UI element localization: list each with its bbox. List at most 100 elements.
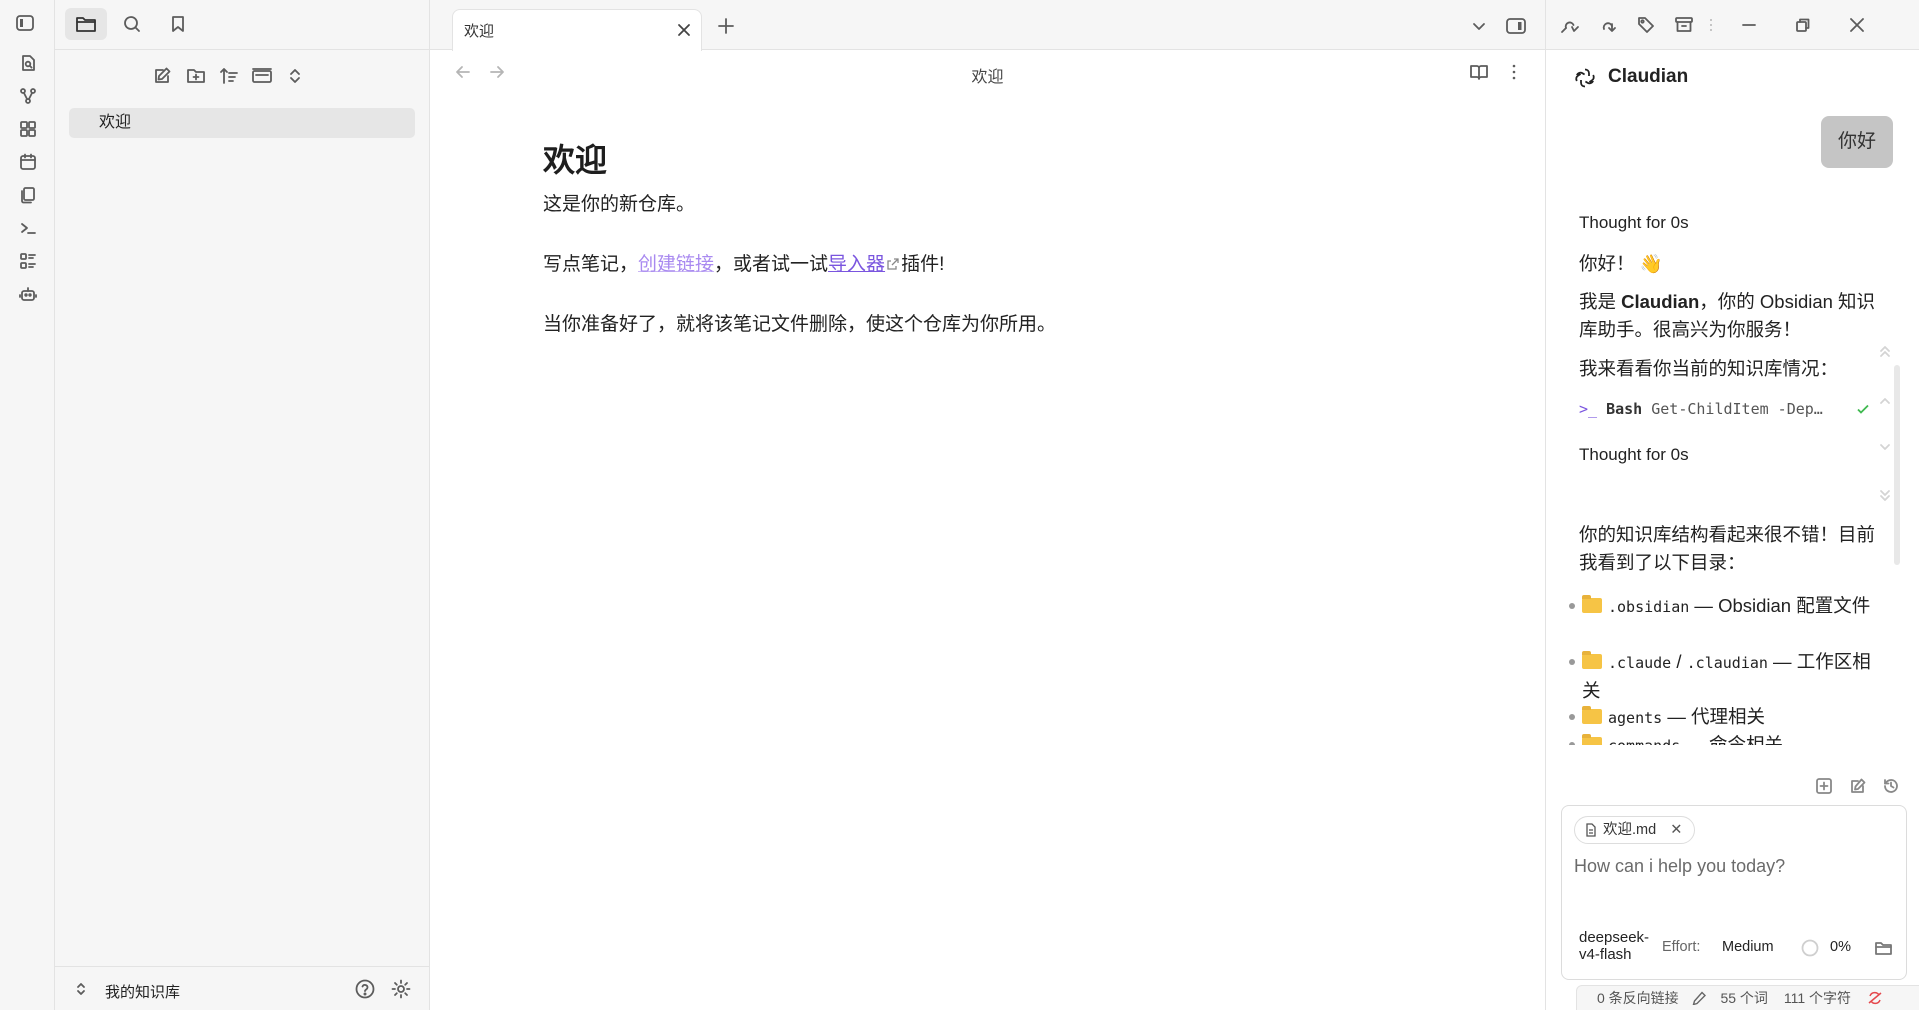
thought-indicator[interactable]: Thought for 0s <box>1579 209 1689 237</box>
list-item: .obsidian — Obsidian 配置文件 <box>1569 592 1872 621</box>
scroll-top-icon[interactable] <box>1874 340 1896 362</box>
sync-error-icon[interactable] <box>1867 991 1883 1005</box>
external-link-icon <box>887 258 899 270</box>
reading-view-icon[interactable] <box>1465 58 1493 86</box>
view-header-title[interactable]: 欢迎 <box>430 63 1545 87</box>
sort-icon[interactable] <box>213 60 245 92</box>
publish-icon[interactable] <box>1592 9 1624 41</box>
assistant-text: 我来看看你当前的知识库情况： <box>1579 358 1839 379</box>
status-bar: 0 条反向链接 55 个词 111 个字符 <box>1576 985 1919 1010</box>
command-palette-icon[interactable] <box>13 246 43 276</box>
model-selector[interactable]: deepseek-v4-flash <box>1579 929 1659 963</box>
terminal-prompt-icon: >_ <box>1579 400 1598 418</box>
settings-gear-icon[interactable] <box>387 975 415 1003</box>
tags-icon[interactable] <box>1630 9 1662 41</box>
text: ，或者试一试 <box>714 254 829 275</box>
new-note-icon[interactable] <box>147 60 179 92</box>
graph-icon[interactable] <box>13 81 43 111</box>
scroll-up-icon[interactable] <box>1874 390 1896 412</box>
right-panel-header <box>1546 0 1919 50</box>
claude-logo-icon <box>1573 66 1597 90</box>
remove-chip-icon[interactable]: ✕ <box>1670 822 1682 838</box>
bookmark-icon[interactable] <box>157 8 199 40</box>
effort-selector[interactable]: Medium <box>1722 939 1774 955</box>
toggle-right-sidebar-icon[interactable] <box>1500 10 1532 42</box>
scroll-down-icon[interactable] <box>1874 436 1896 458</box>
minimize-icon[interactable] <box>1728 9 1770 41</box>
context-file-chip[interactable]: 欢迎.md ✕ <box>1574 816 1696 844</box>
vault-name[interactable]: 我的知识库 <box>105 981 180 1002</box>
folder-icon <box>1582 595 1602 613</box>
file-icon <box>1585 823 1597 837</box>
external-link[interactable]: 导入器 <box>828 254 885 275</box>
more-options-icon[interactable] <box>1500 58 1528 86</box>
folder-icon <box>1582 651 1602 669</box>
backlinks-count[interactable]: 0 条反向链接 <box>1597 990 1679 1006</box>
tab-welcome[interactable]: 欢迎 <box>452 9 702 51</box>
tool-command: Get-ChildItem -Dep… <box>1651 400 1823 418</box>
bot-icon[interactable] <box>13 279 43 309</box>
terminal-icon[interactable] <box>13 213 43 243</box>
panel-title: Claudian <box>1608 66 1689 87</box>
ribbon <box>0 0 55 1010</box>
assistant-summary: 你的知识库结构看起来很不错！目前我看到了以下目录： <box>1579 524 1876 573</box>
list-item: .claude / .claudian — 工作区相关 <box>1569 648 1872 704</box>
char-count: 111 个字符 <box>1783 990 1851 1006</box>
list-item: agents — 代理相关 <box>1569 703 1872 732</box>
list-item: commands — 命令相关 <box>1569 731 1872 745</box>
canvas-icon[interactable] <box>13 114 43 144</box>
close-tab-icon[interactable] <box>673 19 695 41</box>
text: 我是 <box>1579 291 1622 312</box>
editor-pane: 欢迎 欢迎 欢迎 这是你的新仓库。 写点笔记，创建链接，或者试一试导入器 插件! … <box>430 0 1545 1010</box>
search-icon[interactable] <box>111 8 153 40</box>
context-usage-ring-icon <box>1800 938 1820 958</box>
greeting-text: 你好！ <box>1579 253 1635 274</box>
text: 写点笔记， <box>543 254 639 275</box>
document-content: 欢迎 这是你的新仓库。 写点笔记，创建链接，或者试一试导入器 插件! 当你准备好了… <box>543 135 1243 371</box>
close-window-icon[interactable] <box>1836 9 1878 41</box>
assistant-greeting: 你好！ 👋 <box>1579 250 1663 278</box>
vault-switcher: 我的知识库 <box>55 966 430 1010</box>
restore-window-icon[interactable] <box>1782 9 1824 41</box>
drag-handle-icon[interactable] <box>1702 9 1720 41</box>
paragraph: 写点笔记，创建链接，或者试一试导入器 插件! <box>543 251 1243 278</box>
calendar-icon[interactable] <box>13 147 43 177</box>
word-count: 55 个词 <box>1720 990 1768 1006</box>
new-chat-icon[interactable] <box>1844 772 1872 800</box>
chat-input[interactable]: How can i help you today? <box>1574 856 1785 877</box>
scroll-bottom-icon[interactable] <box>1874 485 1896 507</box>
help-icon[interactable] <box>351 975 379 1003</box>
context-file-name: 欢迎.md <box>1603 822 1657 838</box>
tool-call[interactable]: >_ Bash Get-ChildItem -Dep… <box>1579 400 1879 424</box>
sync-icon[interactable] <box>1554 9 1586 41</box>
expand-icon[interactable] <box>279 60 311 92</box>
new-folder-icon[interactable] <box>180 60 212 92</box>
collapse-icon[interactable] <box>246 60 278 92</box>
wave-emoji: 👋 <box>1639 253 1663 274</box>
new-tab-icon[interactable] <box>712 12 740 40</box>
file-tree-item[interactable]: 欢迎 <box>69 108 415 138</box>
document-heading: 欢迎 <box>543 142 608 178</box>
thought-indicator[interactable]: Thought for 0s <box>1579 441 1689 469</box>
quick-switcher-icon[interactable] <box>13 48 43 78</box>
files-icon[interactable] <box>65 8 107 40</box>
tab-bar: 欢迎 <box>430 0 1545 51</box>
archive-icon[interactable] <box>1668 9 1700 41</box>
tab-title: 欢迎 <box>464 23 495 40</box>
new-tab-plus-icon[interactable] <box>1810 772 1838 800</box>
paragraph: 这是你的新仓库。 <box>543 194 696 215</box>
history-icon[interactable] <box>1877 772 1905 800</box>
chevron-down-icon[interactable] <box>1465 12 1493 40</box>
folder-icon <box>1582 706 1602 724</box>
toggle-left-sidebar-icon[interactable] <box>8 6 42 40</box>
directory-list: .obsidian — Obsidian 配置文件 .claude / .cla… <box>1546 590 1894 745</box>
templates-icon[interactable] <box>13 180 43 210</box>
file-explorer: 欢迎 我的知识库 <box>55 0 430 1010</box>
vault-switch-icon[interactable] <box>69 977 93 1001</box>
context-usage-percent: 0% <box>1830 939 1851 955</box>
internal-link[interactable]: 创建链接 <box>638 254 714 275</box>
folder-icon <box>1582 734 1602 745</box>
paragraph: 当你准备好了，就将该笔记文件删除，使这个仓库为你所用。 <box>543 314 1057 335</box>
edit-pencil-icon[interactable] <box>1691 991 1709 1005</box>
folder-open-icon[interactable] <box>1872 936 1896 960</box>
